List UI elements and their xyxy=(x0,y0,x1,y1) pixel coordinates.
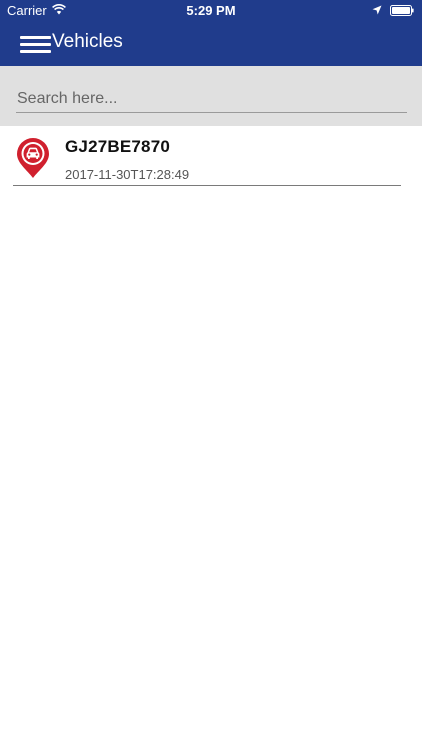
battery-icon xyxy=(390,5,414,16)
status-bar: Carrier 5:29 PM xyxy=(0,0,422,22)
vehicle-list-item[interactable]: GJ27BE7870 2017-11-30T17:28:49 xyxy=(13,126,401,186)
vehicle-plate-number: GJ27BE7870 xyxy=(65,137,171,156)
status-time: 5:29 PM xyxy=(186,3,236,18)
location-arrow-icon xyxy=(372,5,382,15)
navigation-bar: Vehicles xyxy=(0,22,422,66)
page-title: Vehicles xyxy=(52,31,123,52)
vehicle-timestamp: 2017-11-30T17:28:49 xyxy=(65,167,190,182)
app-header: Carrier 5:29 PM Vehicles xyxy=(0,0,422,66)
search-input[interactable] xyxy=(16,86,407,113)
search-bar xyxy=(0,66,422,126)
car-location-pin-icon xyxy=(17,138,49,178)
hamburger-menu-icon[interactable] xyxy=(20,34,52,54)
